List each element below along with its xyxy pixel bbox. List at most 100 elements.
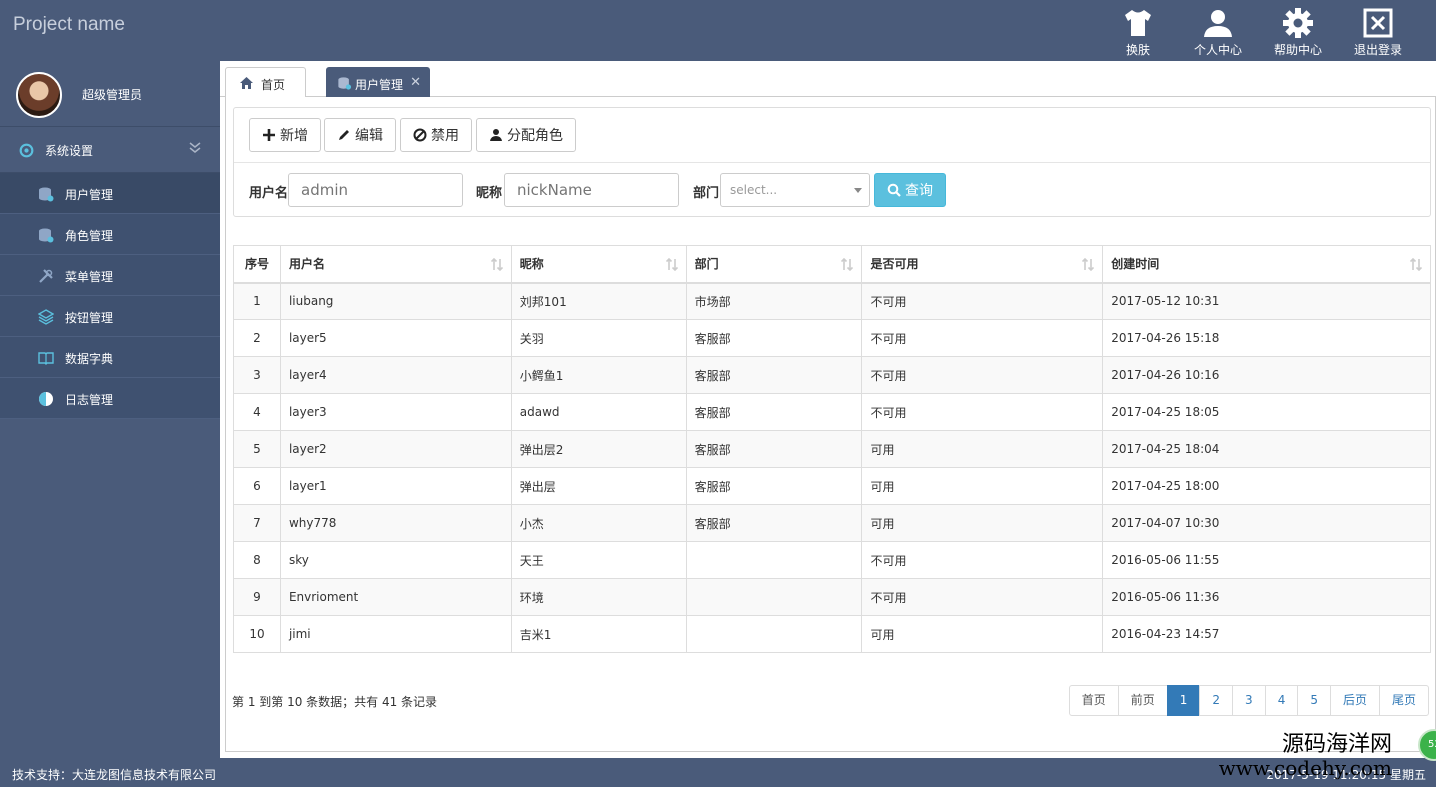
menu-group-label: 系统设置 (45, 144, 94, 158)
cell-index: 5 (233, 430, 281, 468)
table-row[interactable]: 6 layer1 弹出层 客服部 可用 2017-04-25 18:00 (233, 467, 1431, 505)
table-row[interactable]: 1 liubang 刘邦101 市场部 不可用 2017-05-12 10:31 (233, 282, 1431, 320)
table-row[interactable]: 7 why778 小杰 客服部 可用 2017-04-07 10:30 (233, 504, 1431, 542)
add-button[interactable]: 新增 (249, 118, 321, 152)
database-icon (39, 228, 54, 243)
cell-created: 2016-04-23 14:57 (1102, 615, 1431, 653)
cell-dept: 客服部 (685, 319, 863, 357)
plus-icon (263, 129, 275, 141)
cell-index: 6 (233, 467, 281, 505)
table-row[interactable]: 4 layer3 adawd 客服部 不可用 2017-04-25 18:05 (233, 393, 1431, 431)
column-header-enabled[interactable]: 是否可用 (861, 245, 1104, 284)
page-button-4[interactable]: 4 (1264, 685, 1299, 716)
cell-nickname: 天王 (510, 541, 687, 579)
avatar[interactable] (16, 72, 62, 118)
sidebar-item-label: 角色管理 (65, 229, 114, 243)
cell-nickname: 小杰 (510, 504, 687, 542)
logout-label: 退出登录 (1353, 43, 1402, 57)
close-box-icon (1363, 8, 1393, 38)
tab-bar: 首页 用户管理 ✕ (220, 61, 1436, 97)
search-row: 用户名 昵称 部门 select... 查询 (234, 163, 1430, 218)
close-icon[interactable]: ✕ (410, 75, 421, 90)
username-label: 用户名 (249, 186, 289, 201)
clock-text: 2017-5-19 11:20:15 星期五 (1266, 768, 1426, 782)
cell-username: jimi (279, 615, 512, 653)
column-header-label: 创建时间 (1111, 257, 1160, 272)
chevron-double-down-icon (189, 142, 201, 153)
sidebar-item-menu-management[interactable]: 菜单管理 (0, 255, 220, 296)
page-button-3[interactable]: 3 (1232, 685, 1266, 716)
column-header-username[interactable]: 用户名 (279, 245, 512, 284)
menu-group-system-settings[interactable]: 系统设置 (0, 127, 220, 173)
username-input[interactable] (288, 173, 463, 207)
profile: 超级管理员 (0, 61, 220, 127)
ban-icon (413, 128, 427, 142)
logout-button[interactable]: 退出登录 (1338, 6, 1418, 58)
user-icon (1204, 10, 1232, 37)
sidebar-item-role-management[interactable]: 角色管理 (0, 214, 220, 255)
tools-icon (39, 269, 53, 283)
cell-enabled: 可用 (861, 467, 1104, 505)
table-row[interactable]: 8 sky 天王 不可用 2016-05-06 11:55 (233, 541, 1431, 579)
table-row[interactable]: 9 Envrioment 环境 不可用 2016-05-06 11:36 (233, 578, 1431, 616)
page-prev-button[interactable]: 前页 (1117, 685, 1168, 716)
table-row[interactable]: 3 layer4 小鳄鱼1 客服部 不可用 2017-04-26 10:16 (233, 356, 1431, 394)
cell-created: 2017-04-25 18:05 (1102, 393, 1431, 431)
support-text: 技术支持：大连龙图信息技术有限公司 (12, 768, 217, 782)
floating-badge[interactable]: 52 (1418, 729, 1436, 761)
tab-home[interactable]: 首页 (225, 67, 306, 97)
cell-enabled: 可用 (861, 430, 1104, 468)
personal-center-button[interactable]: 个人中心 (1178, 6, 1258, 58)
table-row[interactable]: 5 layer2 弹出层2 客服部 可用 2017-04-25 18:04 (233, 430, 1431, 468)
disable-label: 禁用 (431, 128, 459, 144)
page-button-2[interactable]: 2 (1199, 685, 1234, 716)
column-header-index[interactable]: 序号 (233, 245, 281, 284)
page-next-button[interactable]: 后页 (1329, 685, 1380, 716)
cell-nickname: 关羽 (510, 319, 687, 357)
tab-user-management[interactable]: 用户管理 ✕ (326, 67, 430, 97)
page-button-5[interactable]: 5 (1297, 685, 1331, 716)
table-row[interactable]: 10 jimi 吉米1 可用 2016-04-23 14:57 (233, 615, 1431, 653)
edit-label: 编辑 (355, 128, 383, 144)
dept-select-value: select... (730, 183, 778, 197)
table-row[interactable]: 2 layer5 关羽 客服部 不可用 2017-04-26 15:18 (233, 319, 1431, 357)
assign-role-button[interactable]: 分配角色 (476, 118, 576, 152)
query-button[interactable]: 查询 (874, 173, 946, 207)
gear-icon (1283, 8, 1313, 38)
sort-icon (490, 258, 503, 271)
sidebar-item-data-dictionary[interactable]: 数据字典 (0, 337, 220, 378)
disable-button[interactable]: 禁用 (400, 118, 472, 152)
page-button-1[interactable]: 1 (1166, 685, 1201, 716)
cell-created: 2017-05-12 10:31 (1102, 282, 1431, 320)
cell-created: 2017-04-26 10:16 (1102, 356, 1431, 394)
main-panel: 新增 编辑 禁用 分配角色 用户名 昵称 部门 select... (225, 97, 1436, 752)
cell-dept (685, 541, 863, 579)
sidebar-item-label: 数据字典 (65, 352, 114, 366)
column-header-nickname[interactable]: 昵称 (510, 245, 687, 284)
dept-select[interactable]: select... (720, 173, 870, 207)
edit-button[interactable]: 编辑 (324, 118, 396, 152)
skin-button[interactable]: 换肤 (1098, 6, 1178, 58)
tab-label: 用户管理 (355, 78, 404, 92)
table-header-row: 序号 用户名 昵称 部门 是否可用 创建时间 (233, 245, 1431, 284)
cell-nickname: adawd (510, 393, 687, 431)
sidebar-item-button-management[interactable]: 按钮管理 (0, 296, 220, 337)
cell-username: layer4 (279, 356, 512, 394)
cell-enabled: 不可用 (861, 393, 1104, 431)
help-center-button[interactable]: 帮助中心 (1258, 6, 1338, 58)
page-last-button[interactable]: 尾页 (1378, 685, 1429, 716)
cell-dept (685, 615, 863, 653)
sidebar-item-user-management[interactable]: 用户管理 (0, 173, 220, 214)
cell-index: 4 (233, 393, 281, 431)
top-header: Project name 换肤 个人中心 帮助中心 退出登录 (0, 0, 1436, 61)
pencil-icon (339, 130, 349, 140)
sort-icon (1082, 258, 1095, 271)
column-header-created[interactable]: 创建时间 (1102, 245, 1431, 284)
cell-created: 2017-04-25 18:00 (1102, 467, 1431, 505)
nickname-input[interactable] (504, 173, 679, 207)
sidebar-item-log-management[interactable]: 日志管理 (0, 378, 220, 419)
page-first-button[interactable]: 首页 (1068, 685, 1119, 716)
column-header-dept[interactable]: 部门 (685, 245, 863, 284)
shirt-icon (1125, 10, 1151, 36)
pagination-info: 第 1 到第 10 条数据；共有 41 条记录 (232, 695, 438, 709)
